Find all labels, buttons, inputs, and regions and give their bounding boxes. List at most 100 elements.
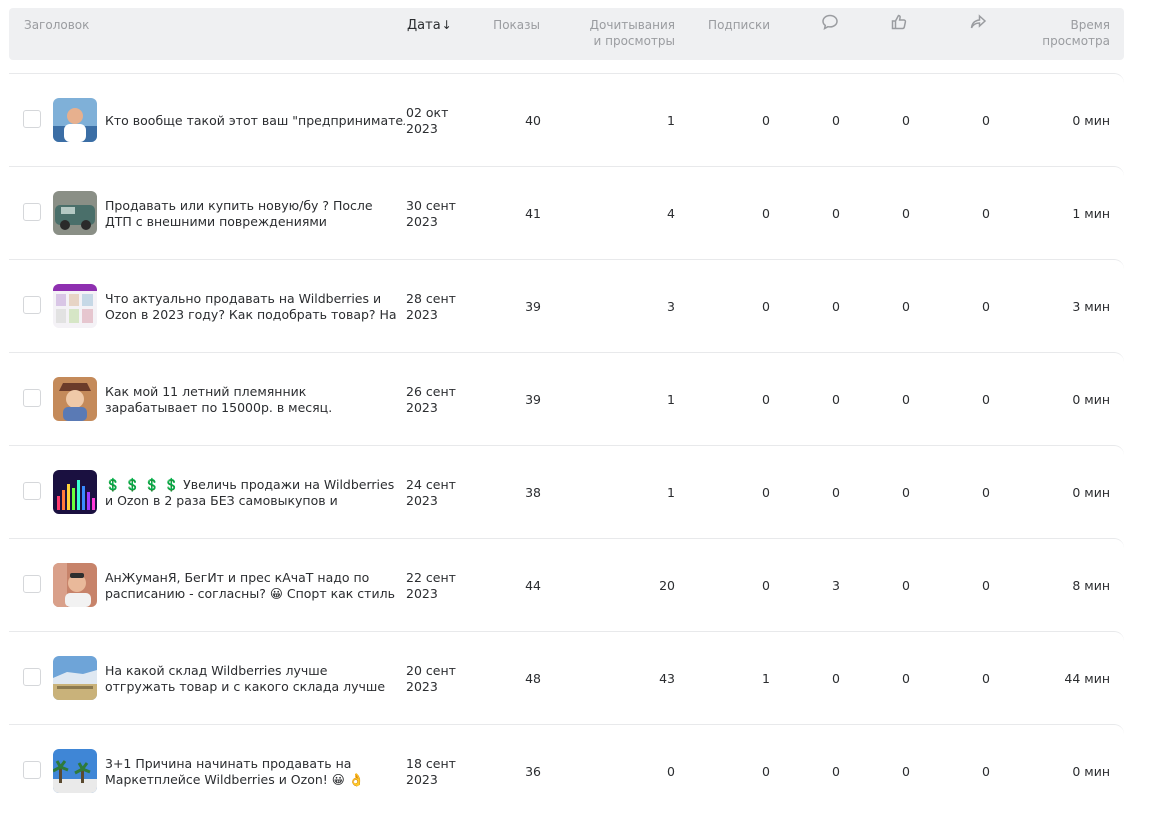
row-checkbox[interactable] (23, 761, 41, 779)
view-time: 0 мин (1072, 113, 1110, 128)
article-date: 20 сент 2023 (406, 663, 456, 695)
article-title[interactable]: Продавать или купить новую/бу ? После ДТ… (105, 198, 401, 230)
article-thumbnail[interactable] (53, 656, 97, 700)
table-row[interactable]: Кто вообще такой этот ваш "предпринимате… (9, 73, 1124, 166)
date-day: 18 сент (406, 756, 456, 771)
article-thumbnail[interactable] (53, 470, 97, 514)
likes-count: 0 (902, 206, 910, 221)
article-thumbnail[interactable] (53, 284, 97, 328)
reads-count: 1 (667, 113, 675, 128)
comments-count: 0 (832, 671, 840, 686)
subscriptions-count: 0 (762, 578, 770, 593)
comments-count: 0 (832, 113, 840, 128)
view-time: 44 мин (1064, 671, 1110, 686)
article-title[interactable]: Что актуально продавать на Wildberries и… (105, 291, 401, 323)
row-checkbox[interactable] (23, 575, 41, 593)
date-year: 2023 (406, 772, 438, 787)
table-row[interactable]: Что актуально продавать на Wildberries и… (9, 259, 1124, 352)
row-checkbox[interactable] (23, 110, 41, 128)
article-date: 02 окт 2023 (406, 105, 448, 137)
views-count: 44 (525, 578, 541, 593)
row-checkbox[interactable] (23, 668, 41, 686)
reads-count: 1 (667, 392, 675, 407)
reads-count: 43 (659, 671, 675, 686)
table-row[interactable]: 3+1 Причина начинать продавать на Маркет… (9, 724, 1124, 817)
views-count: 41 (525, 206, 541, 221)
subscriptions-count: 0 (762, 299, 770, 314)
comments-count: 0 (832, 392, 840, 407)
subscriptions-count: 0 (762, 764, 770, 779)
shares-count: 0 (982, 764, 990, 779)
date-day: 30 сент (406, 198, 456, 213)
reads-count: 4 (667, 206, 675, 221)
date-year: 2023 (406, 121, 438, 136)
header-views[interactable]: Показы (493, 17, 540, 33)
article-title[interactable]: 3+1 Причина начинать продавать на Маркет… (105, 756, 401, 788)
row-checkbox[interactable] (23, 482, 41, 500)
header-time-line1: Время (1070, 18, 1110, 32)
shares-count: 0 (982, 113, 990, 128)
table-row[interactable]: АнЖуманЯ, БегИт и прес кАчаТ надо по рас… (9, 538, 1124, 631)
sort-down-arrow-icon: ↓ (441, 18, 452, 32)
article-date: 24 сент 2023 (406, 477, 456, 509)
header-reads-line2: и просмотры (593, 34, 676, 48)
article-title[interactable]: На какой склад Wildberries лучше отгружа… (105, 663, 401, 695)
article-date: 28 сент 2023 (406, 291, 456, 323)
article-thumbnail[interactable] (53, 191, 97, 235)
date-year: 2023 (406, 679, 438, 694)
header-time-line2: просмотра (1042, 34, 1110, 48)
date-year: 2023 (406, 586, 438, 601)
subscriptions-count: 0 (762, 392, 770, 407)
subscriptions-count: 0 (762, 113, 770, 128)
likes-count: 0 (902, 392, 910, 407)
article-thumbnail[interactable] (53, 98, 97, 142)
table-row[interactable]: Как мой 11 летний племянник зарабатывает… (9, 352, 1124, 445)
header-date-label: Дата (407, 18, 441, 33)
view-time: 1 мин (1072, 206, 1110, 221)
article-title[interactable]: Как мой 11 летний племянник зарабатывает… (105, 384, 401, 416)
subscriptions-count: 1 (762, 671, 770, 686)
table-row[interactable]: На какой склад Wildberries лучше отгружа… (9, 631, 1124, 724)
article-title[interactable]: Кто вообще такой этот ваш "предпринимате… (105, 113, 405, 129)
views-count: 48 (525, 671, 541, 686)
header-date-sort[interactable]: Дата↓ (407, 17, 452, 34)
header-subscriptions[interactable]: Подписки (708, 17, 770, 33)
comments-count: 0 (832, 485, 840, 500)
views-count: 39 (525, 392, 541, 407)
shares-count: 0 (982, 206, 990, 221)
row-checkbox[interactable] (23, 203, 41, 221)
table-row[interactable]: 💲 💲 💲 💲 Увеличь продажи на Wildberries и… (9, 445, 1124, 538)
share-arrow-icon[interactable] (967, 13, 989, 33)
views-count: 38 (525, 485, 541, 500)
view-time: 0 мин (1072, 764, 1110, 779)
table-body: Кто вообще такой этот ваш "предпринимате… (9, 73, 1124, 817)
header-view-time[interactable]: Время просмотра (1042, 17, 1110, 49)
row-checkbox[interactable] (23, 389, 41, 407)
article-title[interactable]: 💲 💲 💲 💲 Увеличь продажи на Wildberries и… (105, 477, 401, 509)
row-checkbox[interactable] (23, 296, 41, 314)
article-thumbnail[interactable] (53, 563, 97, 607)
likes-count: 0 (902, 671, 910, 686)
article-title[interactable]: АнЖуманЯ, БегИт и прес кАчаТ надо по рас… (105, 570, 401, 602)
date-year: 2023 (406, 400, 438, 415)
article-date: 22 сент 2023 (406, 570, 456, 602)
thumbs-up-icon[interactable] (888, 13, 910, 33)
article-thumbnail[interactable] (53, 749, 97, 793)
shares-count: 0 (982, 578, 990, 593)
articles-stats-table: Заголовок Дата↓ Показы Дочитывания и про… (9, 8, 1124, 793)
comment-icon[interactable] (819, 13, 841, 33)
header-reads[interactable]: Дочитывания и просмотры (590, 17, 675, 49)
table-row[interactable]: Продавать или купить новую/бу ? После ДТ… (9, 166, 1124, 259)
date-year: 2023 (406, 493, 438, 508)
article-thumbnail[interactable] (53, 377, 97, 421)
reads-count: 0 (667, 764, 675, 779)
views-count: 40 (525, 113, 541, 128)
likes-count: 0 (902, 113, 910, 128)
header-reads-line1: Дочитывания (589, 18, 675, 32)
header-title[interactable]: Заголовок (24, 17, 89, 33)
shares-count: 0 (982, 485, 990, 500)
subscriptions-count: 0 (762, 206, 770, 221)
likes-count: 0 (902, 764, 910, 779)
date-day: 02 окт (406, 105, 449, 120)
views-count: 39 (525, 299, 541, 314)
